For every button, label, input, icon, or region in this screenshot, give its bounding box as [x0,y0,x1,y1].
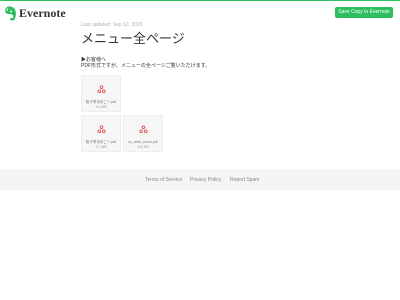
elephant-icon [4,5,16,21]
note-title: メニュー全ページ [81,31,185,46]
attachment-filename: 裕子草本初ごー.pdf [85,140,117,144]
pdf-icon [97,85,106,94]
attachment-filesize: 413 KB [137,145,149,149]
evernote-shared-note-page: Evernote Save Copy to Evernote Last upda… [0,0,400,300]
save-copy-button[interactable]: Save Copy to Evernote [335,7,393,18]
attachment-card[interactable]: 裕子草本初ごー.pdf 3.4 MB [81,75,121,112]
header: Evernote Save Copy to Evernote [0,1,400,23]
attachment-card[interactable]: 裕子草本初ごー.pdf 3.7 MB [81,115,121,152]
footer: Terms of Service Privacy Policy Report S… [0,169,400,190]
last-updated-text: Last updated: Sep 10, 2015 [81,22,143,28]
attachment-filename: cc_drink_menu.pdf [128,140,158,144]
attachment-filesize: 3.4 MB [95,105,107,109]
attachment-filename: 裕子草本初ごー.pdf [85,100,117,104]
terms-of-service-link[interactable]: Terms of Service [145,177,182,183]
attachment-filesize: 3.7 MB [95,145,107,149]
report-spam-link[interactable]: Report Spam [230,177,259,183]
attachment-card[interactable]: cc_drink_menu.pdf 413 KB [123,115,163,152]
evernote-logo[interactable]: Evernote [4,5,66,21]
note-intro-line-2: PDF形式ですが、メニューの全ページご覧いただけます。 [81,63,211,69]
logo-text: Evernote [19,5,66,20]
pdf-icon [139,125,148,134]
privacy-policy-link[interactable]: Privacy Policy [190,177,221,183]
pdf-icon [97,125,106,134]
